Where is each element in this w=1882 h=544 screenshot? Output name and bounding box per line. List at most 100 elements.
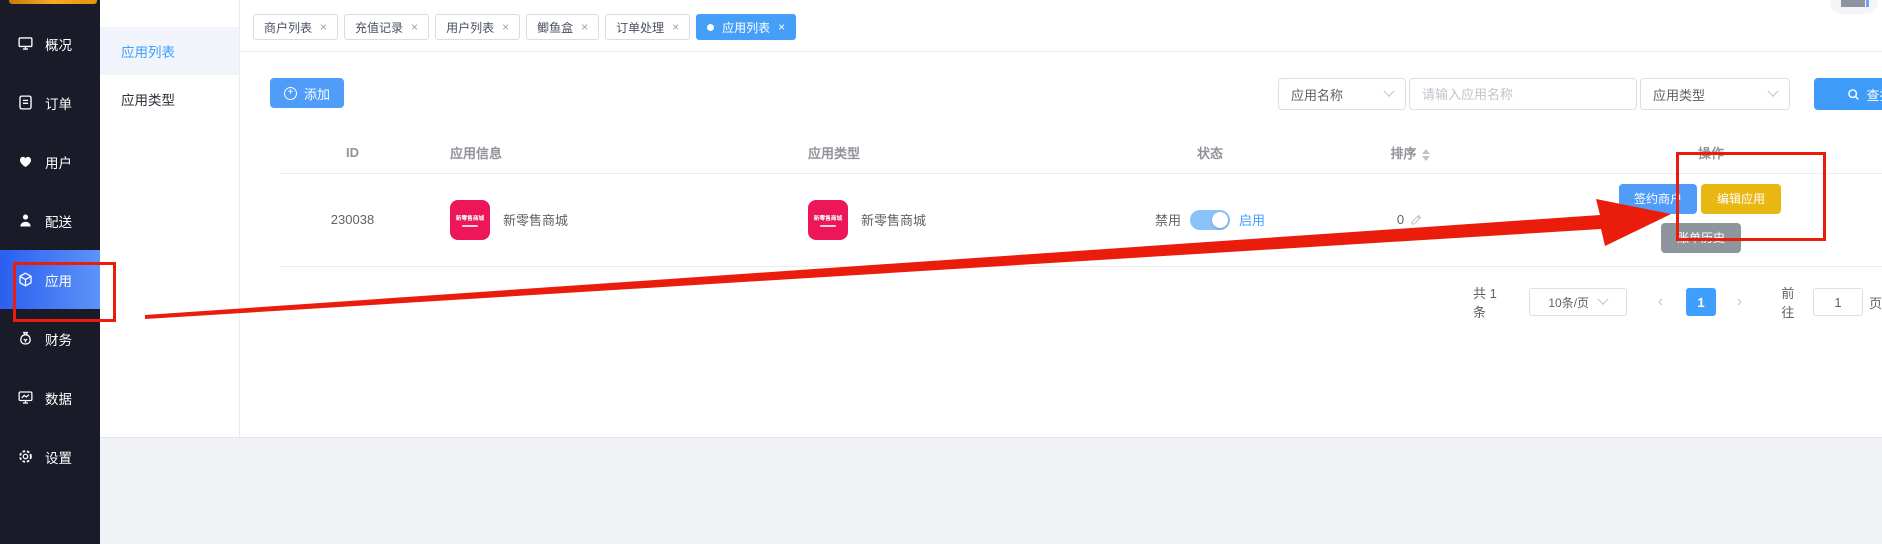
tab-user-list[interactable]: 用户列表 × bbox=[435, 14, 520, 40]
sidebar-item-label: 设置 bbox=[45, 447, 72, 467]
tab-bar: 商户列表 × 充值记录 × 用户列表 × 鲫鱼盒 × 订单处理 × 应用列表 × bbox=[240, 0, 1882, 52]
app-type-select[interactable]: 应用类型 bbox=[1640, 78, 1790, 110]
filter-bar: 应用名称 应用类型 查找 bbox=[1278, 78, 1882, 110]
tab-recharge-records[interactable]: 充值记录 × bbox=[344, 14, 429, 40]
sort-desc-icon[interactable] bbox=[1422, 156, 1430, 161]
select-value: 应用名称 bbox=[1291, 85, 1343, 104]
status-toggle[interactable] bbox=[1190, 210, 1230, 230]
orders-icon bbox=[17, 94, 34, 111]
search-button-label: 查找 bbox=[1866, 85, 1882, 104]
search-button[interactable]: 查找 bbox=[1814, 78, 1882, 110]
sort-value: 0 bbox=[1397, 212, 1404, 227]
add-button-label: 添加 bbox=[304, 84, 330, 103]
header-id: ID bbox=[280, 133, 425, 173]
edit-app-button[interactable]: 编辑应用 bbox=[1701, 184, 1781, 214]
close-icon[interactable]: × bbox=[778, 21, 785, 33]
sidebar-item-overview[interactable]: 概况 bbox=[0, 14, 100, 73]
sidebar-item-label: 财务 bbox=[45, 329, 72, 349]
sidebar-item-settings[interactable]: 设置 bbox=[0, 427, 100, 486]
sidebar-item-label: 应用 bbox=[45, 270, 72, 290]
tab-label: 充值记录 bbox=[355, 19, 403, 36]
finance-icon bbox=[17, 330, 34, 347]
window-controls-fragment bbox=[1830, 0, 1878, 14]
open-tabs: 商户列表 × 充值记录 × 用户列表 × 鲫鱼盒 × 订单处理 × 应用列表 × bbox=[240, 0, 1882, 40]
app-name-search-input[interactable] bbox=[1409, 78, 1637, 110]
tab-merchant-list[interactable]: 商户列表 × bbox=[253, 14, 338, 40]
total-count: 共 1 条 bbox=[1473, 283, 1513, 321]
header-app-type: 应用类型 bbox=[783, 133, 1140, 173]
tab-label: 用户列表 bbox=[446, 19, 494, 36]
page-size-value: 10条/页 bbox=[1548, 294, 1589, 311]
active-dot bbox=[707, 24, 714, 31]
window-controls-accent bbox=[1866, 0, 1869, 7]
main-menu: 概况 订单 用户 配送 应用 财务 数据 设置 bbox=[0, 0, 100, 486]
sidebar-item-users[interactable]: 用户 bbox=[0, 132, 100, 191]
submenu-item-app-list[interactable]: 应用列表 bbox=[100, 27, 239, 75]
tab-app-list[interactable]: 应用列表 × bbox=[696, 14, 796, 40]
bill-history-button[interactable]: 账单历史 bbox=[1661, 223, 1741, 253]
cell-sort: 0 bbox=[1280, 212, 1540, 227]
close-icon[interactable]: × bbox=[320, 21, 327, 33]
secondary-sidebar: 应用列表 应用类型 bbox=[100, 0, 240, 437]
delivery-icon bbox=[17, 212, 34, 229]
app-type-logo-text: 新零售商城 bbox=[814, 213, 843, 222]
cell-actions: 签约商户 编辑应用 账单历史 bbox=[1540, 174, 1882, 266]
edit-pencil-icon[interactable] bbox=[1410, 213, 1423, 226]
main-sidebar: 概况 订单 用户 配送 应用 财务 数据 设置 bbox=[0, 0, 100, 544]
page-1-button[interactable]: 1 bbox=[1686, 288, 1716, 316]
close-icon[interactable]: × bbox=[672, 21, 679, 33]
sidebar-item-orders[interactable]: 订单 bbox=[0, 73, 100, 132]
app-name-field-select[interactable]: 应用名称 bbox=[1278, 78, 1406, 110]
goto-page-input[interactable] bbox=[1813, 288, 1863, 316]
sort-asc-icon[interactable] bbox=[1422, 149, 1430, 154]
cell-id: 230038 bbox=[280, 173, 425, 266]
plus-circle-icon: + bbox=[284, 87, 297, 100]
prev-page-button[interactable]: ‹ bbox=[1647, 288, 1675, 316]
sort-carets[interactable] bbox=[1422, 149, 1430, 161]
header-status: 状态 bbox=[1140, 133, 1280, 173]
sidebar-item-delivery[interactable]: 配送 bbox=[0, 191, 100, 250]
app-logo-subtext bbox=[462, 225, 478, 227]
tab-label: 商户列表 bbox=[264, 19, 312, 36]
cell-app-info: 新零售商城 新零售商城 bbox=[425, 200, 783, 240]
close-icon[interactable]: × bbox=[581, 21, 588, 33]
next-page-button[interactable]: › bbox=[1726, 288, 1754, 316]
app-table: ID 应用信息 应用类型 状态 排序 操作 230038 bbox=[280, 133, 1882, 267]
chevron-down-icon bbox=[1383, 86, 1394, 97]
header-app-info: 应用信息 bbox=[425, 133, 783, 173]
close-icon[interactable]: × bbox=[502, 21, 509, 33]
submenu-item-app-type[interactable]: 应用类型 bbox=[100, 75, 239, 123]
tab-jiyuhe[interactable]: 鲫鱼盒 × bbox=[526, 14, 599, 40]
table-row: 230038 新零售商城 新零售商城 新 bbox=[280, 173, 1882, 266]
toggle-knob bbox=[1212, 212, 1228, 228]
sidebar-item-apps[interactable]: 应用 bbox=[0, 250, 100, 309]
sidebar-item-finance[interactable]: 财务 bbox=[0, 309, 100, 368]
search-icon bbox=[1847, 88, 1860, 101]
tab-label: 应用列表 bbox=[722, 19, 770, 36]
sidebar-item-label: 概况 bbox=[45, 34, 72, 54]
app-type-logo-subtext bbox=[820, 225, 836, 227]
header-actions: 操作 bbox=[1540, 133, 1882, 173]
goto-label: 前往 bbox=[1781, 283, 1807, 321]
settings-icon bbox=[17, 448, 34, 465]
add-button[interactable]: + 添加 bbox=[270, 78, 344, 108]
page-size-select[interactable]: 10条/页 bbox=[1529, 288, 1627, 316]
submenu-item-label: 应用类型 bbox=[121, 89, 175, 109]
page-footer-area bbox=[100, 437, 1882, 544]
tab-order-processing[interactable]: 订单处理 × bbox=[605, 14, 690, 40]
chevron-down-icon bbox=[1597, 294, 1608, 305]
tab-label: 鲫鱼盒 bbox=[537, 19, 573, 36]
users-icon bbox=[17, 153, 34, 170]
header-sort-label: 排序 bbox=[1390, 146, 1416, 161]
sidebar-item-data[interactable]: 数据 bbox=[0, 368, 100, 427]
status-on-label: 启用 bbox=[1239, 210, 1265, 229]
submenu-item-label: 应用列表 bbox=[121, 41, 175, 61]
close-icon[interactable]: × bbox=[411, 21, 418, 33]
sign-merchant-button[interactable]: 签约商户 bbox=[1619, 184, 1697, 214]
app-logo bbox=[9, 0, 97, 4]
dashboard-icon bbox=[17, 35, 34, 52]
app-logo-text: 新零售商城 bbox=[456, 213, 485, 222]
pagination: 共 1 条 10条/页 ‹ 1 › 前往 页 bbox=[1473, 283, 1882, 321]
data-icon bbox=[17, 389, 34, 406]
status-off-label: 禁用 bbox=[1155, 210, 1181, 229]
